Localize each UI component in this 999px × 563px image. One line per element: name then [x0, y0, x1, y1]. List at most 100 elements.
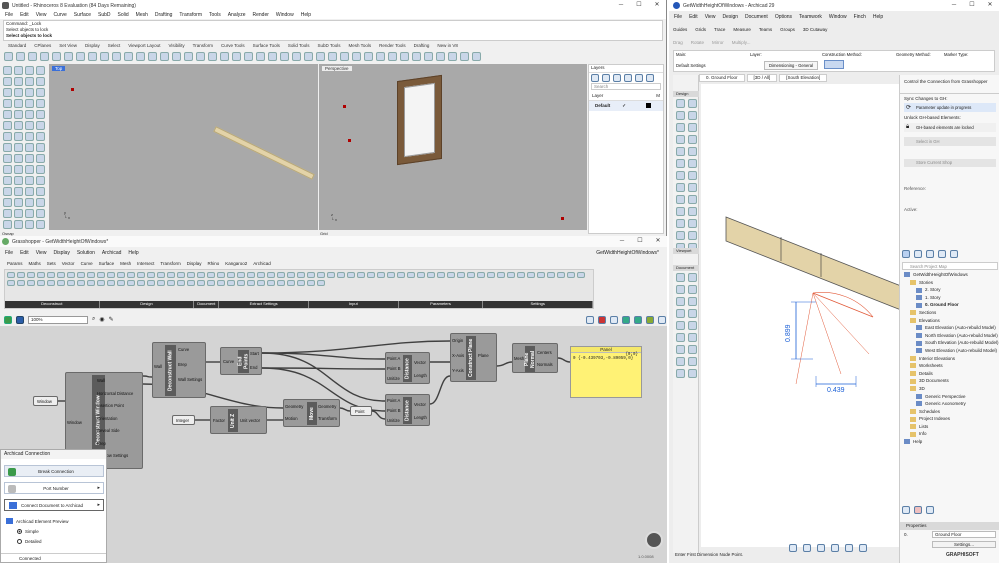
port-output[interactable]: Horizontal Distance [97, 391, 133, 396]
rhino-draw-tool-icon[interactable] [3, 209, 12, 218]
gh-component-icon[interactable] [257, 280, 265, 286]
distance-component-2[interactable]: Point A Point B Unitize Distance Vector … [385, 394, 430, 426]
archicad-menu-item-5[interactable]: Options [775, 14, 792, 20]
properties-header[interactable]: Properties [900, 522, 999, 530]
rhino-draw-tool-icon[interactable] [3, 220, 12, 229]
gh-component-icon[interactable] [187, 272, 195, 278]
port-output[interactable]: Vector [414, 360, 426, 365]
sketch-icon[interactable]: ✎ [109, 316, 114, 323]
gh-component-icon[interactable] [447, 272, 455, 278]
project-map-item[interactable]: North Elevation (Auto-rebuild Model) [902, 332, 999, 340]
close-icon[interactable]: ✕ [981, 0, 999, 11]
gh-component-icon[interactable] [67, 272, 75, 278]
rhino-draw-tool-icon[interactable] [25, 176, 34, 185]
zoom-in-icon[interactable] [817, 544, 825, 552]
command-prompt[interactable]: Select objects to lock [6, 33, 662, 39]
port-output[interactable]: Geometry [318, 404, 336, 409]
rhino-tool-icon[interactable] [364, 52, 373, 61]
end-points-component[interactable]: Curve End Points Start End [220, 347, 262, 375]
project-map-icon[interactable] [902, 250, 910, 258]
rhino-draw-tool-icon[interactable] [36, 132, 45, 141]
archicad-menu-item-8[interactable]: Finch [854, 14, 866, 20]
viewport-label-top[interactable]: Top [52, 66, 66, 71]
rhino-draw-tool-icon[interactable] [25, 66, 34, 75]
design-tool-icon[interactable] [688, 123, 697, 132]
project-map-item[interactable]: 3D Documents [902, 377, 999, 385]
gh-component-icon[interactable] [237, 280, 245, 286]
design-tool-icon[interactable] [688, 195, 697, 204]
default-settings-label[interactable]: Default Settings [676, 63, 706, 68]
gh-component-icon[interactable] [357, 272, 365, 278]
rhino-draw-tool-icon[interactable] [25, 198, 34, 207]
rhino-draw-tool-icon[interactable] [36, 176, 45, 185]
rhino-draw-tool-icon[interactable] [3, 165, 12, 174]
rhino-menu-item-11[interactable]: Analyze [228, 12, 246, 18]
project-map-item[interactable]: Stories [902, 279, 999, 287]
project-map-item[interactable]: Interior Elevations [902, 355, 999, 363]
rhino-tool-icon[interactable] [88, 52, 97, 61]
gh-component-icon[interactable] [177, 272, 185, 278]
rhino-draw-tool-icon[interactable] [14, 209, 23, 218]
rhino-menu-item-0[interactable]: File [5, 12, 13, 18]
port-input[interactable]: Point B [387, 366, 401, 371]
document-tool-icon[interactable] [676, 309, 685, 318]
rhino-draw-tool-icon[interactable] [3, 66, 12, 75]
rhino-tool-icon[interactable] [448, 52, 457, 61]
project-map-item[interactable]: GetWidthHeightOfWindows [902, 271, 999, 279]
gh-component-icon[interactable] [157, 280, 165, 286]
project-map-item[interactable]: 1. Story [902, 294, 999, 302]
gh-ribbon-tab-9[interactable]: Display [184, 260, 205, 267]
gh-component-icon[interactable] [97, 280, 105, 286]
gh-component-icon[interactable] [167, 272, 175, 278]
rhino-toolbar-tab-5[interactable]: Viewport Layout [124, 43, 164, 50]
archicad-toolbar-item-4[interactable]: Teams [759, 27, 772, 32]
minimize-icon[interactable]: ─ [612, 0, 630, 11]
sync-button[interactable]: ⟳ Parameter update in progress [904, 103, 996, 112]
port-output[interactable]: Brep [178, 362, 187, 367]
gh-component-icon[interactable] [337, 272, 345, 278]
gh-component-icon[interactable] [47, 272, 55, 278]
rhino-draw-tool-icon[interactable] [36, 143, 45, 152]
project-map-item[interactable]: Worksheets [902, 362, 999, 370]
rhino-draw-tool-icon[interactable] [3, 154, 12, 163]
gh-component-icon[interactable] [467, 272, 475, 278]
gh-component-icon[interactable] [377, 272, 385, 278]
document-tool-icon[interactable] [688, 369, 697, 378]
rhino-draw-tool-icon[interactable] [14, 132, 23, 141]
port-input[interactable]: Unitize [387, 376, 400, 381]
gh-menu-item-3[interactable]: Display [53, 250, 69, 256]
project-map-item[interactable]: Lists [902, 423, 999, 431]
rhino-draw-tool-icon[interactable] [36, 99, 45, 108]
rhino-draw-tool-icon[interactable] [3, 110, 12, 119]
rhino-menu-item-3[interactable]: Curve [53, 12, 66, 18]
port-input[interactable]: Unitize [387, 418, 400, 423]
gh-component-icon[interactable] [57, 280, 65, 286]
distance-component-1[interactable]: Point A Point B Unitize Distance Vector … [385, 352, 430, 384]
design-tool-icon[interactable] [688, 147, 697, 156]
rhino-toolbar-tab-13[interactable]: Render Tools [375, 43, 409, 50]
publisher-icon[interactable] [938, 250, 946, 258]
gh-component-icon[interactable] [207, 280, 215, 286]
rhino-tool-icon[interactable] [100, 52, 109, 61]
document-tool-icon[interactable] [676, 273, 685, 282]
design-tool-icon[interactable] [688, 207, 697, 216]
archicad-menu-item-0[interactable]: File [674, 14, 682, 20]
rhino-tool-icon[interactable] [184, 52, 193, 61]
port-number-field[interactable]: Port Number ▸ [4, 482, 104, 494]
viewport-label-perspective[interactable]: Perspective [322, 66, 352, 71]
port-input[interactable]: Wall [154, 364, 162, 369]
port-input[interactable]: Mesh [514, 356, 524, 361]
store-shop-button[interactable]: Store Current Shop [904, 159, 996, 167]
eye-icon[interactable]: ◉ [99, 316, 104, 323]
gh-component-icon[interactable] [217, 280, 225, 286]
gh-component-icon[interactable] [457, 272, 465, 278]
archicad-edit-item-2[interactable]: Mirror [712, 40, 724, 45]
gh-component-icon[interactable] [407, 272, 415, 278]
wall-object[interactable] [213, 126, 315, 180]
gh-menu-item-5[interactable]: Archicad [102, 250, 121, 256]
document-tool-icon[interactable] [688, 297, 697, 306]
design-tool-icon[interactable] [688, 135, 697, 144]
gh-ribbon-tab-4[interactable]: Curve [78, 260, 96, 267]
rhino-draw-tool-icon[interactable] [36, 220, 45, 229]
gh-component-icon[interactable] [327, 272, 335, 278]
